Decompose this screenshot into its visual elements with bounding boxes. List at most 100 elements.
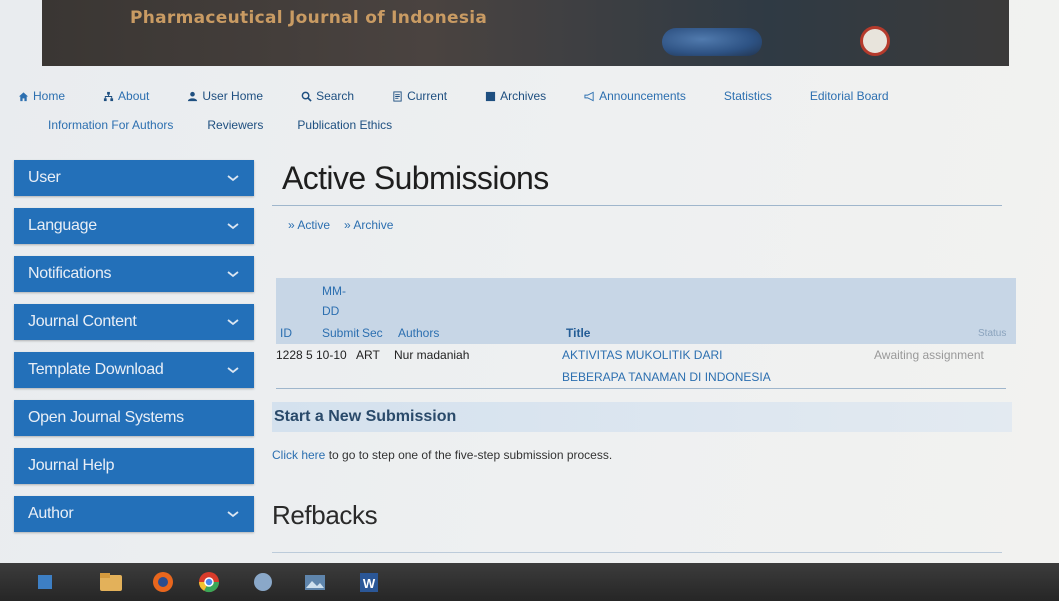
sidebar-item-label: Template Download — [28, 361, 164, 378]
row-date: 5 — [306, 348, 313, 362]
sidebar-item-label: Language — [28, 217, 97, 234]
chevron-down-icon — [227, 367, 239, 374]
nav-home-label: Home — [33, 89, 66, 103]
chevron-down-icon — [227, 511, 239, 518]
sitemap-icon — [103, 91, 114, 101]
start-button[interactable] — [30, 569, 60, 595]
column-header-status[interactable]: Status — [978, 328, 1006, 339]
column-header-id[interactable]: ID — [280, 326, 292, 340]
page-title: Active Submissions — [282, 160, 549, 196]
nav-announcements-label: Announcements — [599, 89, 686, 103]
sidebar-item-author[interactable]: Author — [14, 496, 254, 532]
nav-user-home-label: User Home — [202, 89, 264, 103]
user-icon — [188, 91, 198, 101]
sidebar-item-label: Open Journal Systems — [28, 409, 184, 426]
nav-archives[interactable]: Archives — [485, 89, 546, 103]
click-here-link[interactable]: Click here — [272, 448, 325, 462]
nav-row-primary: Home About User Home Search Current Arch… — [18, 86, 1018, 106]
row-authors: Nur madaniah — [394, 348, 470, 362]
firefox-icon — [153, 572, 173, 592]
column-header-date-line1: MM- — [322, 284, 346, 298]
sidebar-item-notifications[interactable]: Notifications — [14, 256, 254, 292]
sidebar-item-label: Journal Content — [28, 313, 137, 330]
sidebar-item-journal-content[interactable]: Journal Content — [14, 304, 254, 340]
refbacks-divider — [272, 552, 1002, 553]
refbacks-heading: Refbacks — [272, 500, 378, 530]
media-button[interactable] — [248, 569, 278, 595]
sidebar-item-open-journal-systems[interactable]: Open Journal Systems — [14, 400, 254, 436]
top-navigation: Home About User Home Search Current Arch… — [18, 86, 1018, 136]
institution-logo-icon — [860, 26, 890, 56]
folder-icon — [100, 573, 122, 591]
photos-icon — [305, 575, 325, 590]
start-icon — [38, 575, 52, 589]
nav-current-label: Current — [407, 89, 448, 103]
row-title-link-line2[interactable]: BEBERAPA TANAMAN DI INDONESIA — [562, 370, 771, 384]
nav-user-home[interactable]: User Home — [187, 89, 263, 103]
new-submission-section-bar: Start a New Submission — [272, 402, 1012, 432]
subnav-archive-link[interactable]: » Archive — [344, 218, 393, 232]
journal-banner[interactable]: Pharmaceutical Journal of Indonesia — [42, 0, 1009, 66]
title-divider — [272, 205, 1002, 206]
new-submission-heading: Start a New Submission — [274, 408, 457, 425]
firefox-button[interactable] — [148, 569, 178, 595]
nav-publication-ethics[interactable]: Publication Ethics — [297, 118, 392, 132]
sidebar-item-journal-help[interactable]: Journal Help — [14, 448, 254, 484]
column-header-title[interactable]: Title — [566, 326, 590, 340]
screen: Pharmaceutical Journal of Indonesia Home… — [0, 0, 1059, 601]
sidebar: User Language Notifications Journal Cont… — [14, 160, 254, 544]
nav-home[interactable]: Home — [18, 89, 65, 103]
nav-current[interactable]: Current — [392, 89, 447, 103]
word-button[interactable]: W — [354, 569, 384, 595]
search-icon — [301, 91, 312, 102]
nav-statistics-label: Statistics — [723, 89, 772, 103]
nav-about[interactable]: About — [103, 89, 149, 103]
new-submission-instruction-text: to go to step one of the five-step submi… — [325, 448, 613, 462]
chrome-button[interactable] — [194, 569, 224, 595]
subnav-active-link[interactable]: » Active — [288, 218, 330, 232]
chevron-down-icon — [227, 319, 239, 326]
nav-information-for-authors-label: Information For Authors — [48, 118, 174, 132]
photos-button[interactable] — [300, 569, 330, 595]
nav-editorial-board[interactable]: Editorial Board — [810, 89, 889, 103]
column-header-date-line2: DD — [322, 304, 340, 318]
nav-row-secondary: Information For Authors Reviewers Public… — [18, 115, 1018, 135]
nav-search[interactable]: Search — [301, 89, 354, 103]
home-icon — [18, 91, 29, 101]
row-status: Awaiting assignment — [874, 348, 984, 362]
new-submission-instruction: Click here to go to step one of the five… — [272, 448, 612, 462]
submissions-table-header: ID MM- DD Submit Sec Authors Title Statu… — [276, 278, 1016, 344]
capsule-image — [662, 28, 762, 56]
nav-reviewers[interactable]: Reviewers — [207, 118, 263, 132]
journal-title: Pharmaceutical Journal of Indonesia — [130, 8, 488, 28]
submission-subnav: » Active » Archive — [288, 218, 1012, 232]
sidebar-item-language[interactable]: Language — [14, 208, 254, 244]
nav-statistics[interactable]: Statistics — [724, 89, 772, 103]
nav-information-for-authors[interactable]: Information For Authors — [48, 118, 173, 132]
sidebar-item-user[interactable]: User — [14, 160, 254, 196]
sidebar-item-label: User — [28, 169, 61, 186]
document-icon — [393, 90, 402, 102]
nav-archives-label: Archives — [500, 89, 547, 103]
column-header-sec[interactable]: Sec — [362, 326, 383, 340]
chevron-down-icon — [227, 271, 239, 278]
sidebar-item-label: Author — [28, 505, 74, 522]
word-icon: W — [360, 573, 378, 592]
nav-announcements[interactable]: Announcements — [584, 89, 686, 103]
nav-search-label: Search — [316, 89, 355, 103]
sidebar-item-label: Journal Help — [28, 457, 115, 474]
column-header-authors[interactable]: Authors — [398, 326, 439, 340]
nav-reviewers-label: Reviewers — [207, 118, 264, 132]
nav-editorial-board-label: Editorial Board — [809, 89, 889, 103]
file-explorer-button[interactable] — [96, 569, 126, 595]
row-section: ART — [356, 348, 380, 362]
chrome-icon — [198, 572, 220, 593]
nav-publication-ethics-label: Publication Ethics — [297, 118, 393, 132]
table-row-divider — [276, 388, 1006, 389]
column-header-submit[interactable]: Submit — [322, 326, 359, 340]
row-id: 1228 — [276, 348, 303, 362]
row-title-link-line1[interactable]: AKTIVITAS MUKOLITIK DARI — [562, 348, 722, 362]
sidebar-item-template-download[interactable]: Template Download — [14, 352, 254, 388]
row-submit-date: 10-10 — [316, 348, 347, 362]
book-icon — [486, 91, 496, 101]
